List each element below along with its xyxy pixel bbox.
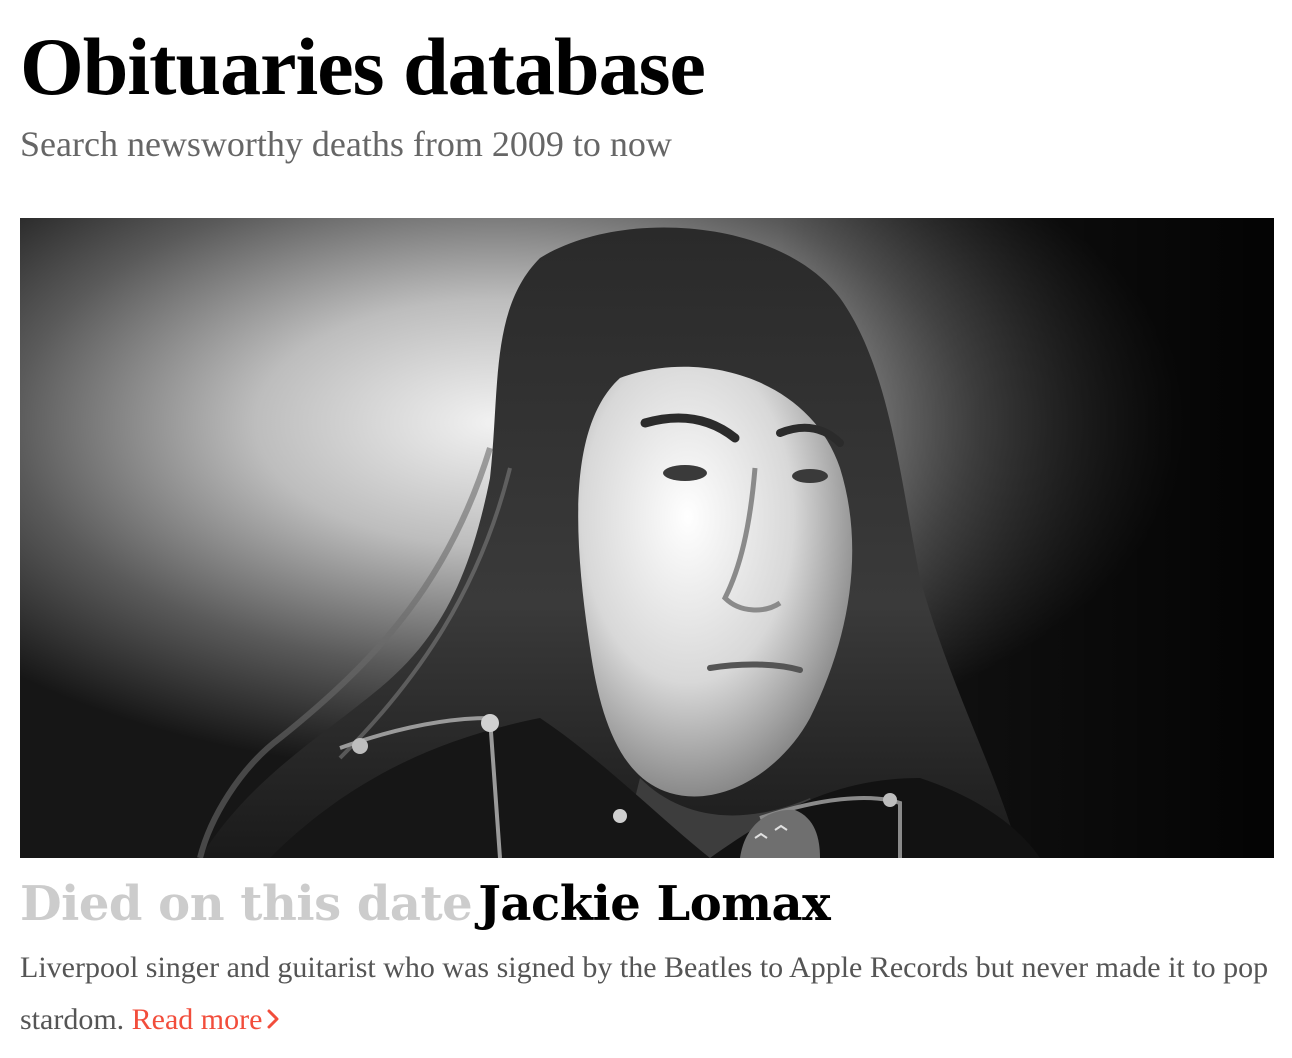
featured-name[interactable]: Jackie Lomax bbox=[478, 876, 831, 932]
died-on-this-date-label: Died on this date bbox=[20, 876, 473, 932]
featured-photo[interactable] bbox=[20, 218, 1274, 858]
chevron-right-icon bbox=[266, 995, 280, 1047]
page-title: Obituaries database bbox=[20, 21, 706, 112]
read-more-link[interactable]: Read more bbox=[132, 1003, 281, 1036]
page-subtitle: Search newsworthy deaths from 2009 to no… bbox=[20, 124, 672, 164]
obituaries-page: Obituaries database Search newsworthy de… bbox=[0, 0, 1292, 1058]
read-more-label: Read more bbox=[131, 1003, 263, 1036]
featured-summary: Liverpool singer and guitarist who was s… bbox=[20, 942, 1270, 1047]
portrait-photo bbox=[20, 218, 1274, 858]
featured-headline: Died on this date Jackie Lomax bbox=[20, 872, 831, 936]
